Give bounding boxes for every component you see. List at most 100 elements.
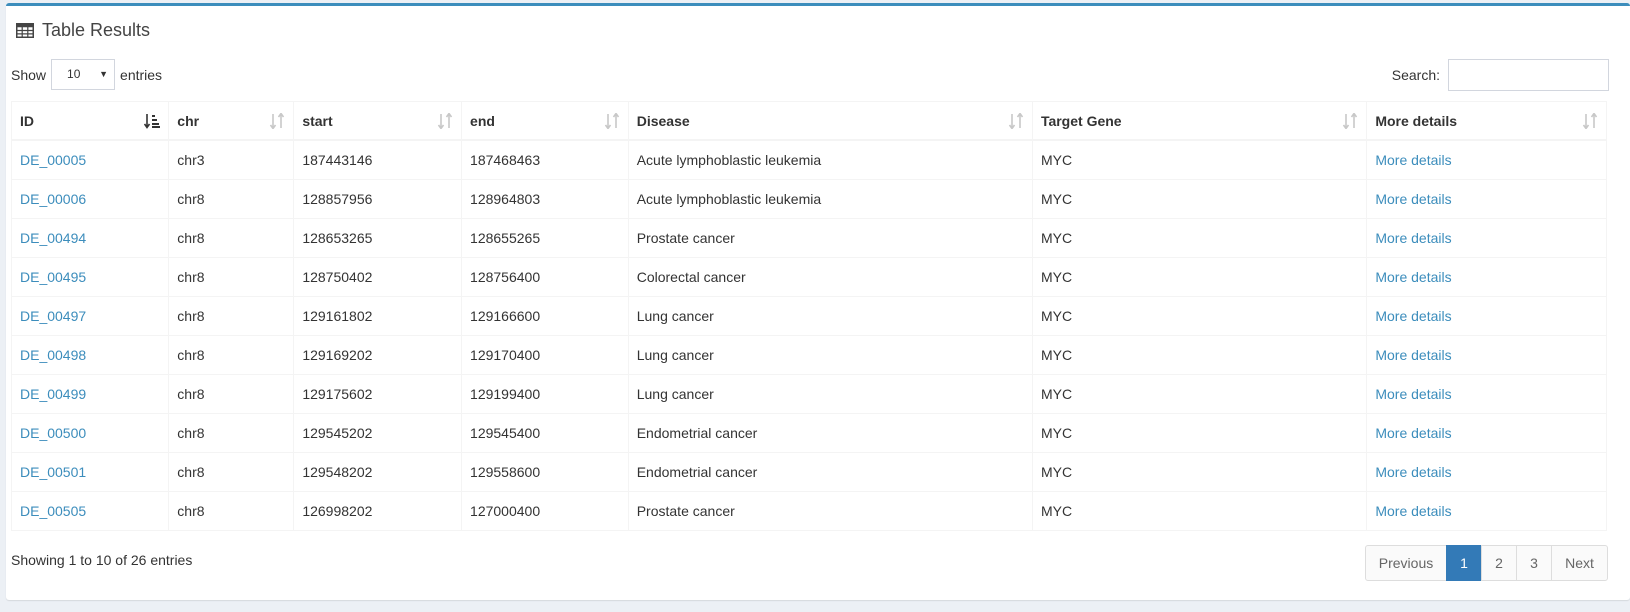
target-gene-cell: MYC [1031, 257, 1368, 297]
end-cell: 127000400 [461, 491, 629, 531]
target-gene-cell: MYC [1031, 491, 1368, 531]
end-cell: 129170400 [461, 335, 629, 375]
pagination: Previous 1 2 3 Next [1365, 545, 1608, 581]
chr-cell: chr8 [168, 491, 295, 531]
target-gene-cell: MYC [1031, 218, 1368, 258]
disease-cell: Endometrial cancer [627, 413, 1033, 453]
target-gene-cell: MYC [1031, 374, 1368, 414]
more-details-link[interactable]: More details [1375, 386, 1451, 402]
sort-both-icon [437, 113, 453, 129]
start-cell: 126998202 [293, 491, 463, 531]
target-gene-cell: MYC [1031, 179, 1368, 219]
more-details-cell: More details [1366, 335, 1607, 375]
column-header-more-details[interactable]: More details [1366, 101, 1607, 141]
column-header-chr[interactable]: chr [168, 101, 295, 141]
record-id-link[interactable]: DE_00495 [20, 269, 86, 285]
record-id-link[interactable]: DE_00499 [20, 386, 86, 402]
id-cell: DE_00499 [10, 374, 170, 414]
table-row: DE_00497 chr8 129161802 129166600 Lung c… [10, 296, 1607, 336]
end-cell: 129558600 [461, 452, 629, 492]
chr-cell: chr3 [168, 139, 295, 180]
caret-down-icon: ▼ [99, 69, 109, 79]
chr-cell: chr8 [168, 374, 295, 414]
results-table: ID chr start end Disease Target Gene Mor… [10, 101, 1607, 531]
table-icon [16, 22, 34, 38]
more-details-link[interactable]: More details [1375, 425, 1451, 441]
disease-cell: Colorectal cancer [627, 257, 1033, 297]
more-details-link[interactable]: More details [1375, 152, 1451, 168]
record-id-link[interactable]: DE_00500 [20, 425, 86, 441]
target-gene-cell: MYC [1031, 452, 1368, 492]
start-cell: 129545202 [293, 413, 463, 453]
sort-both-icon [1582, 113, 1598, 129]
end-cell: 129199400 [461, 374, 629, 414]
id-cell: DE_00497 [10, 296, 170, 336]
column-header-id[interactable]: ID [10, 101, 170, 141]
column-header-end[interactable]: end [461, 101, 629, 141]
column-header-disease[interactable]: Disease [627, 101, 1033, 141]
sort-both-icon [270, 113, 285, 129]
chr-cell: chr8 [168, 218, 295, 258]
chr-cell: chr8 [168, 413, 295, 453]
start-cell: 129175602 [293, 374, 463, 414]
page-2-button[interactable]: 2 [1481, 545, 1517, 581]
record-id-link[interactable]: DE_00494 [20, 230, 86, 246]
start-cell: 187443146 [293, 139, 463, 180]
start-cell: 129161802 [293, 296, 463, 336]
id-cell: DE_00501 [10, 452, 170, 492]
more-details-link[interactable]: More details [1375, 503, 1451, 519]
more-details-link[interactable]: More details [1375, 269, 1451, 285]
sort-both-icon [604, 113, 619, 129]
more-details-cell: More details [1366, 374, 1607, 414]
page-1-button[interactable]: 1 [1446, 545, 1482, 581]
more-details-link[interactable]: More details [1375, 191, 1451, 207]
column-header-target-gene[interactable]: Target Gene [1031, 101, 1368, 141]
id-cell: DE_00498 [10, 335, 170, 375]
id-cell: DE_00500 [10, 413, 170, 453]
page-length-control: Show 10 ▼ entries [11, 59, 162, 90]
table-row: DE_00498 chr8 129169202 129170400 Lung c… [10, 335, 1607, 375]
id-cell: DE_00495 [10, 257, 170, 297]
more-details-link[interactable]: More details [1375, 347, 1451, 363]
chr-cell: chr8 [168, 335, 295, 375]
more-details-cell: More details [1366, 413, 1607, 453]
more-details-link[interactable]: More details [1375, 464, 1451, 480]
table-row: DE_00006 chr8 128857956 128964803 Acute … [10, 179, 1607, 219]
sort-ascending-icon [144, 114, 161, 129]
table-row: DE_00505 chr8 126998202 127000400 Prosta… [10, 491, 1607, 531]
page-3-button[interactable]: 3 [1516, 545, 1552, 581]
record-id-link[interactable]: DE_00006 [20, 191, 86, 207]
previous-page-button[interactable]: Previous [1365, 545, 1447, 581]
chr-cell: chr8 [168, 257, 295, 297]
search-label: Search: [1391, 67, 1440, 83]
next-page-button[interactable]: Next [1551, 545, 1608, 581]
page-length-select[interactable]: 10 ▼ [51, 59, 116, 90]
chr-cell: chr8 [168, 452, 295, 492]
end-cell: 129166600 [461, 296, 629, 336]
show-label: Show [11, 66, 47, 83]
sort-both-icon [1008, 113, 1024, 129]
record-id-link[interactable]: DE_00497 [20, 308, 86, 324]
more-details-link[interactable]: More details [1375, 308, 1451, 324]
search-control: Search: [1392, 59, 1609, 91]
box-title: Table Results [42, 20, 151, 40]
record-id-link[interactable]: DE_00501 [20, 464, 86, 480]
record-id-link[interactable]: DE_00505 [20, 503, 86, 519]
start-cell: 129548202 [293, 452, 463, 492]
record-id-link[interactable]: DE_00005 [20, 152, 86, 168]
search-input[interactable] [1448, 59, 1609, 91]
more-details-cell: More details [1366, 296, 1607, 336]
more-details-cell: More details [1366, 491, 1607, 531]
end-cell: 128964803 [461, 179, 629, 219]
more-details-link[interactable]: More details [1375, 230, 1451, 246]
id-cell: DE_00006 [10, 179, 170, 219]
table-row: DE_00494 chr8 128653265 128655265 Prosta… [10, 218, 1607, 258]
more-details-cell: More details [1366, 139, 1607, 180]
table-info: Showing 1 to 10 of 26 entries [11, 552, 193, 568]
table-row: DE_00499 chr8 129175602 129199400 Lung c… [10, 374, 1607, 414]
chr-cell: chr8 [168, 296, 295, 336]
column-header-start[interactable]: start [293, 101, 463, 141]
target-gene-cell: MYC [1031, 413, 1368, 453]
record-id-link[interactable]: DE_00498 [20, 347, 86, 363]
id-cell: DE_00005 [10, 139, 170, 180]
